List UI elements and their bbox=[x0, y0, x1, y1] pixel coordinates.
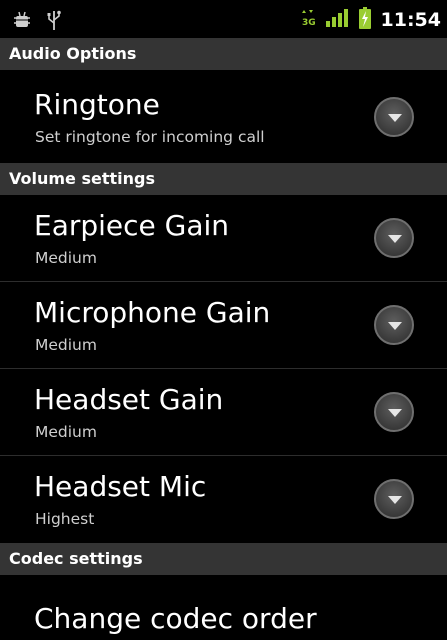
list-item-earpiece-gain[interactable]: Earpiece Gain Medium bbox=[0, 195, 447, 282]
section-header-audio-options: Audio Options bbox=[0, 38, 447, 70]
battery-charging-icon bbox=[358, 7, 371, 33]
list-item-headset-mic[interactable]: Headset Mic Highest bbox=[0, 456, 447, 543]
usb-icon bbox=[46, 9, 62, 35]
dropdown-arrow-icon[interactable] bbox=[374, 218, 414, 258]
dropdown-arrow-icon[interactable] bbox=[374, 392, 414, 432]
microphone-gain-title: Microphone Gain bbox=[34, 296, 271, 329]
ringtone-summary: Set ringtone for incoming call bbox=[35, 128, 265, 146]
list-item-change-codec-order[interactable]: Change codec order bbox=[0, 575, 447, 640]
list-item-microphone-gain[interactable]: Microphone Gain Medium bbox=[0, 282, 447, 369]
clock: 11:54 bbox=[380, 9, 441, 31]
headset-gain-summary: Medium bbox=[35, 423, 97, 441]
dropdown-arrow-icon[interactable] bbox=[374, 97, 414, 137]
network-type-label: 3G bbox=[302, 18, 315, 28]
signal-strength-icon bbox=[325, 8, 349, 32]
section-header-volume-settings: Volume settings bbox=[0, 163, 447, 195]
change-codec-order-title: Change codec order bbox=[34, 602, 317, 635]
headset-gain-title: Headset Gain bbox=[34, 383, 224, 416]
dropdown-arrow-icon[interactable] bbox=[374, 305, 414, 345]
headset-mic-summary: Highest bbox=[35, 510, 95, 528]
earpiece-gain-title: Earpiece Gain bbox=[34, 209, 230, 242]
status-bar: 3G 11:54 bbox=[0, 0, 447, 38]
android-bug-icon bbox=[12, 10, 32, 34]
dropdown-arrow-icon[interactable] bbox=[374, 479, 414, 519]
section-header-codec-settings: Codec settings bbox=[0, 543, 447, 575]
data-3g-icon: 3G bbox=[301, 8, 315, 32]
headset-mic-title: Headset Mic bbox=[34, 470, 207, 503]
list-item-ringtone[interactable]: Ringtone Set ringtone for incoming call bbox=[0, 70, 447, 166]
microphone-gain-summary: Medium bbox=[35, 336, 97, 354]
earpiece-gain-summary: Medium bbox=[35, 249, 97, 267]
ringtone-title: Ringtone bbox=[34, 88, 160, 121]
list-item-headset-gain[interactable]: Headset Gain Medium bbox=[0, 369, 447, 456]
